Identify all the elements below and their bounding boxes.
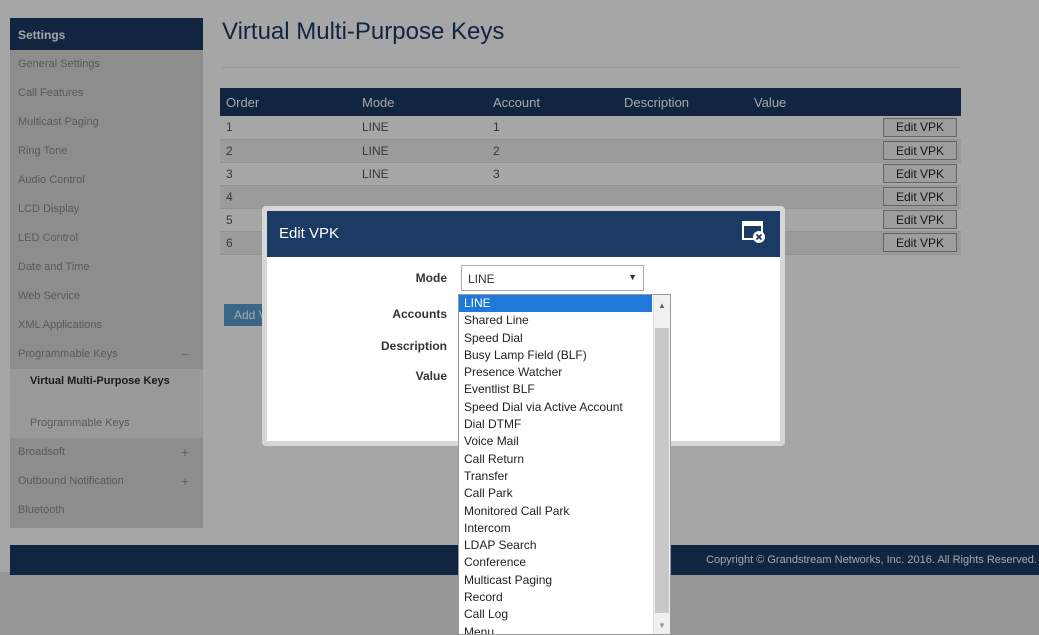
dropdown-scrollbar[interactable]: ▲ ▼ <box>653 295 670 634</box>
dropdown-option[interactable]: Voice Mail <box>459 433 652 450</box>
dropdown-option[interactable]: Dial DTMF <box>459 416 652 433</box>
dropdown-option[interactable]: Shared Line <box>459 312 652 329</box>
dropdown-option[interactable]: Transfer <box>459 468 652 485</box>
dropdown-option[interactable]: Speed Dial <box>459 330 652 347</box>
dropdown-option[interactable]: Busy Lamp Field (BLF) <box>459 347 652 364</box>
dropdown-option[interactable]: Presence Watcher <box>459 364 652 381</box>
dropdown-option[interactable]: Call Park <box>459 485 652 502</box>
dropdown-option[interactable]: Call Log <box>459 606 652 623</box>
mode-select[interactable]: LINE ▼ <box>461 265 644 291</box>
mode-dropdown-list[interactable]: LINE Shared Line Speed Dial Busy Lamp Field… <box>458 294 671 635</box>
dropdown-option[interactable]: Menu <box>459 624 652 634</box>
dropdown-option[interactable]: Multicast Paging <box>459 572 652 589</box>
scroll-down-icon[interactable]: ▼ <box>658 621 666 630</box>
dropdown-option[interactable]: LDAP Search <box>459 537 652 554</box>
scroll-up-icon[interactable]: ▲ <box>658 301 666 310</box>
dropdown-option[interactable]: Speed Dial via Active Account <box>459 399 652 416</box>
mode-select-value: LINE <box>468 272 495 286</box>
dialog-title: Edit VPK <box>279 225 340 242</box>
dropdown-option[interactable]: Monitored Call Park <box>459 503 652 520</box>
dialog-header: Edit VPK <box>267 211 780 257</box>
dropdown-option[interactable]: Intercom <box>459 520 652 537</box>
dropdown-option[interactable]: Conference <box>459 554 652 571</box>
chevron-down-icon: ▼ <box>628 272 637 282</box>
value-label: Value <box>415 369 447 383</box>
accounts-label: Accounts <box>392 307 447 321</box>
close-icon[interactable] <box>742 220 766 244</box>
dropdown-option[interactable]: Call Return <box>459 451 652 468</box>
scrollbar-thumb[interactable] <box>655 328 669 613</box>
dropdown-option[interactable]: Eventlist BLF <box>459 381 652 398</box>
description-label: Description <box>380 339 447 353</box>
dropdown-option[interactable]: LINE <box>459 295 652 313</box>
dropdown-option[interactable]: Record <box>459 589 652 606</box>
mode-label: Mode <box>415 271 447 285</box>
